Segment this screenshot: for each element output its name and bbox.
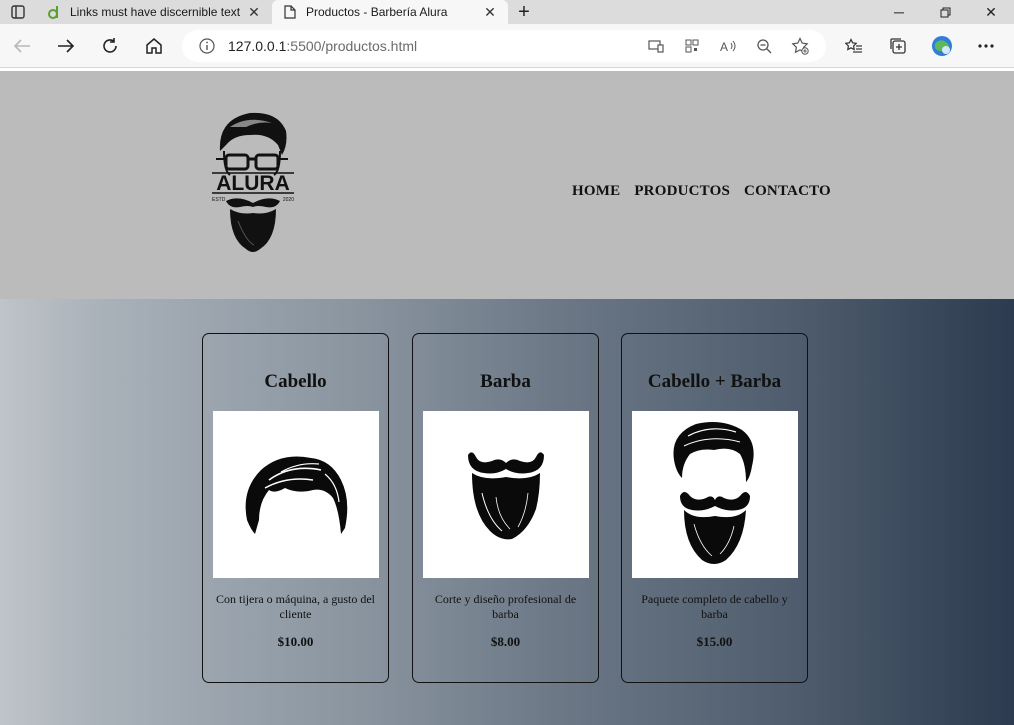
main-nav: HOME PRODUCTOS CONTACTO [572, 183, 831, 200]
product-price: $15.00 [696, 634, 733, 649]
barber-logo-icon: ALURA ESTD 2020 [212, 112, 294, 252]
favorites-icon[interactable] [832, 30, 876, 62]
product-card: Barba Corte y diseño profesional de barb… [412, 333, 599, 683]
arrow-left-icon [13, 38, 30, 53]
minimize-icon[interactable]: ─ [876, 0, 922, 24]
close-tab-icon[interactable]: ✕ [246, 4, 262, 20]
qr-code-icon[interactable] [674, 32, 710, 60]
address-bar[interactable]: 127.0.0.1:5500/productos.html A [182, 30, 826, 62]
product-title: Cabello + Barba [647, 371, 782, 392]
tab-title: Productos - Barbería Alura [306, 5, 448, 19]
nav-productos-link[interactable]: PRODUCTOS [634, 183, 730, 200]
nav-home-link[interactable]: HOME [572, 183, 620, 200]
url-path: :5500/productos.html [286, 38, 418, 54]
read-aloud-icon[interactable]: A [710, 32, 746, 60]
hair-beard-icon [672, 421, 754, 564]
browser-toolbar: 127.0.0.1:5500/productos.html A [0, 24, 1014, 68]
browser-right-tools [832, 30, 1008, 62]
home-icon [146, 37, 162, 54]
logo-text: ALURA [216, 172, 290, 195]
zoom-out-icon[interactable] [746, 32, 782, 60]
svg-text:A: A [720, 40, 728, 53]
profile-avatar-icon[interactable] [920, 30, 964, 62]
product-price: $10.00 [277, 634, 314, 649]
tab-actions-icon [11, 5, 25, 19]
nav-contacto-link[interactable]: CONTACTO [744, 183, 831, 200]
product-description: Corte y diseño profesional de barba [434, 592, 577, 621]
product-card: Cabello Con tijera o máquina, a gusto de… [202, 333, 389, 683]
tab-title: Links must have discernible text | [70, 5, 240, 19]
product-title: Barba [480, 371, 531, 392]
alura-logo[interactable]: ALURA ESTD 2020 [208, 109, 298, 257]
product-description: Con tijera o máquina, a gusto del client… [216, 592, 375, 621]
product-title: Cabello [264, 371, 327, 392]
beard-icon [467, 451, 544, 539]
home-button[interactable] [132, 30, 176, 62]
products-section: Cabello Con tijera o máquina, a gusto de… [0, 299, 1014, 725]
url-host: 127.0.0.1 [228, 38, 287, 54]
window-controls: ─ ✕ [876, 0, 1014, 24]
logo-estd-text: ESTD [212, 197, 226, 203]
product-description: Paquete completo de cabello y barba [641, 592, 788, 621]
collections-icon[interactable] [876, 30, 920, 62]
browser-tab-bar: Links must have discernible text | ✕ Pro… [0, 0, 1014, 24]
page-icon [282, 4, 298, 20]
tab-links-discernible[interactable]: Links must have discernible text | ✕ [36, 0, 272, 24]
product-image [212, 411, 379, 578]
product-card: Cabello + Barba Paquete completo de cabe… [621, 333, 808, 683]
close-tab-icon[interactable]: ✕ [482, 4, 498, 20]
page-content: ALURA ESTD 2020 HOME PRODUCTOS CONTACTO … [0, 69, 1014, 725]
address-bar-actions: A [638, 32, 818, 60]
forward-button[interactable] [44, 30, 88, 62]
more-options-icon[interactable] [964, 30, 1008, 62]
hair-icon [245, 456, 347, 534]
tab-productos[interactable]: Productos - Barbería Alura ✕ [272, 0, 508, 24]
logo-year-text: 2020 [283, 197, 294, 203]
restore-icon[interactable] [922, 0, 968, 24]
site-header: ALURA ESTD 2020 HOME PRODUCTOS CONTACTO [0, 71, 1014, 299]
refresh-icon [103, 37, 117, 53]
url-text[interactable]: 127.0.0.1:5500/productos.html [228, 38, 638, 54]
new-tab-button[interactable]: + [508, 0, 540, 24]
deque-d-icon [46, 4, 62, 20]
product-image [422, 411, 589, 578]
product-price: $8.00 [490, 634, 521, 649]
arrow-right-icon [58, 38, 75, 53]
tab-actions-button[interactable] [0, 0, 36, 24]
close-icon[interactable]: ✕ [968, 0, 1014, 24]
app-available-icon[interactable] [638, 32, 674, 60]
refresh-button[interactable] [88, 30, 132, 62]
back-button[interactable] [0, 30, 44, 62]
product-image [631, 411, 798, 578]
info-icon[interactable] [198, 37, 216, 55]
add-favorite-icon[interactable] [782, 32, 818, 60]
